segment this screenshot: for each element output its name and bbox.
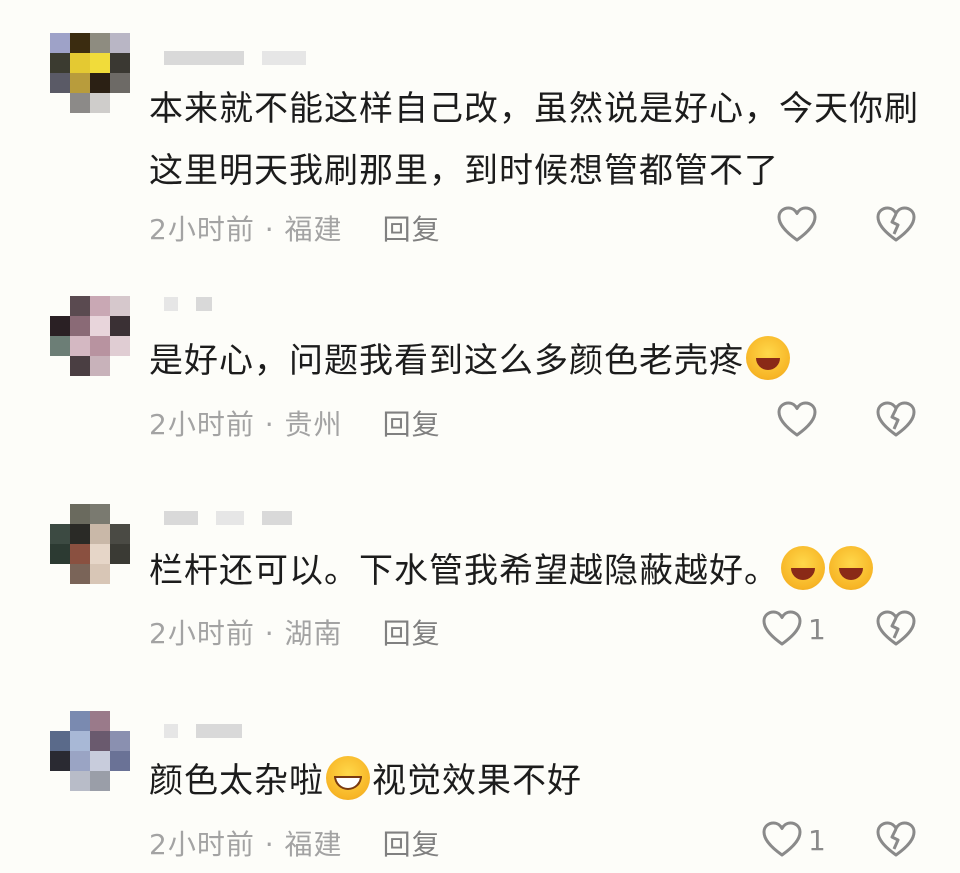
laughing-tears-emoji — [829, 546, 873, 590]
dislike-button[interactable] — [876, 206, 916, 244]
avatar[interactable] — [50, 711, 130, 791]
username-blurred[interactable] — [164, 50, 306, 66]
comment-meta: 2小时前 · 福建 回复 — [149, 208, 441, 248]
comment-meta: 2小时前 · 贵州 回复 — [149, 403, 441, 443]
like-count: 1 — [808, 612, 826, 646]
reply-button[interactable]: 回复 — [383, 403, 441, 443]
reply-button[interactable]: 回复 — [383, 208, 441, 248]
dislike-button[interactable] — [876, 610, 916, 648]
comment-text: 栏杆还可以。下水管我希望越隐蔽越好。 — [149, 540, 929, 602]
comment-time-location: 2小时前 · 湖南 — [149, 617, 343, 650]
avatar[interactable] — [50, 296, 130, 376]
laughing-tears-emoji — [746, 336, 790, 380]
grinning-emoji — [326, 756, 370, 800]
like-count: 1 — [808, 823, 826, 857]
dislike-button[interactable] — [876, 401, 916, 439]
comment-text: 本来就不能这样自己改，虽然说是好心，今天你刷这里明天我刷那里，到时候想管都管不了 — [149, 89, 919, 191]
heart-icon — [762, 821, 802, 859]
laughing-tears-emoji — [781, 546, 825, 590]
dislike-button[interactable] — [876, 821, 916, 859]
reply-button[interactable]: 回复 — [383, 612, 441, 652]
comment-meta: 2小时前 · 湖南 回复 — [149, 612, 441, 652]
comment-time-location: 2小时前 · 福建 — [149, 213, 343, 246]
broken-heart-icon — [876, 821, 916, 859]
avatar[interactable] — [50, 504, 130, 584]
like-button[interactable]: 1 — [762, 610, 826, 648]
heart-icon — [762, 610, 802, 648]
like-button[interactable] — [777, 401, 823, 439]
username-blurred[interactable] — [164, 723, 242, 739]
username-blurred[interactable] — [164, 296, 212, 312]
username-blurred[interactable] — [164, 510, 292, 526]
broken-heart-icon — [876, 401, 916, 439]
comment-time-location: 2小时前 · 福建 — [149, 828, 343, 861]
heart-icon — [777, 206, 817, 244]
comment-text: 是好心，问题我看到这么多颜色老壳疼 — [149, 330, 929, 392]
avatar[interactable] — [50, 33, 130, 113]
comment-meta: 2小时前 · 福建 回复 — [149, 823, 441, 863]
comment-time-location: 2小时前 · 贵州 — [149, 408, 343, 441]
like-button[interactable] — [777, 206, 823, 244]
comment-text: 颜色太杂啦 视觉效果不好 — [149, 750, 929, 812]
broken-heart-icon — [876, 610, 916, 648]
like-button[interactable]: 1 — [762, 821, 826, 859]
heart-icon — [777, 401, 817, 439]
reply-button[interactable]: 回复 — [383, 823, 441, 863]
broken-heart-icon — [876, 206, 916, 244]
